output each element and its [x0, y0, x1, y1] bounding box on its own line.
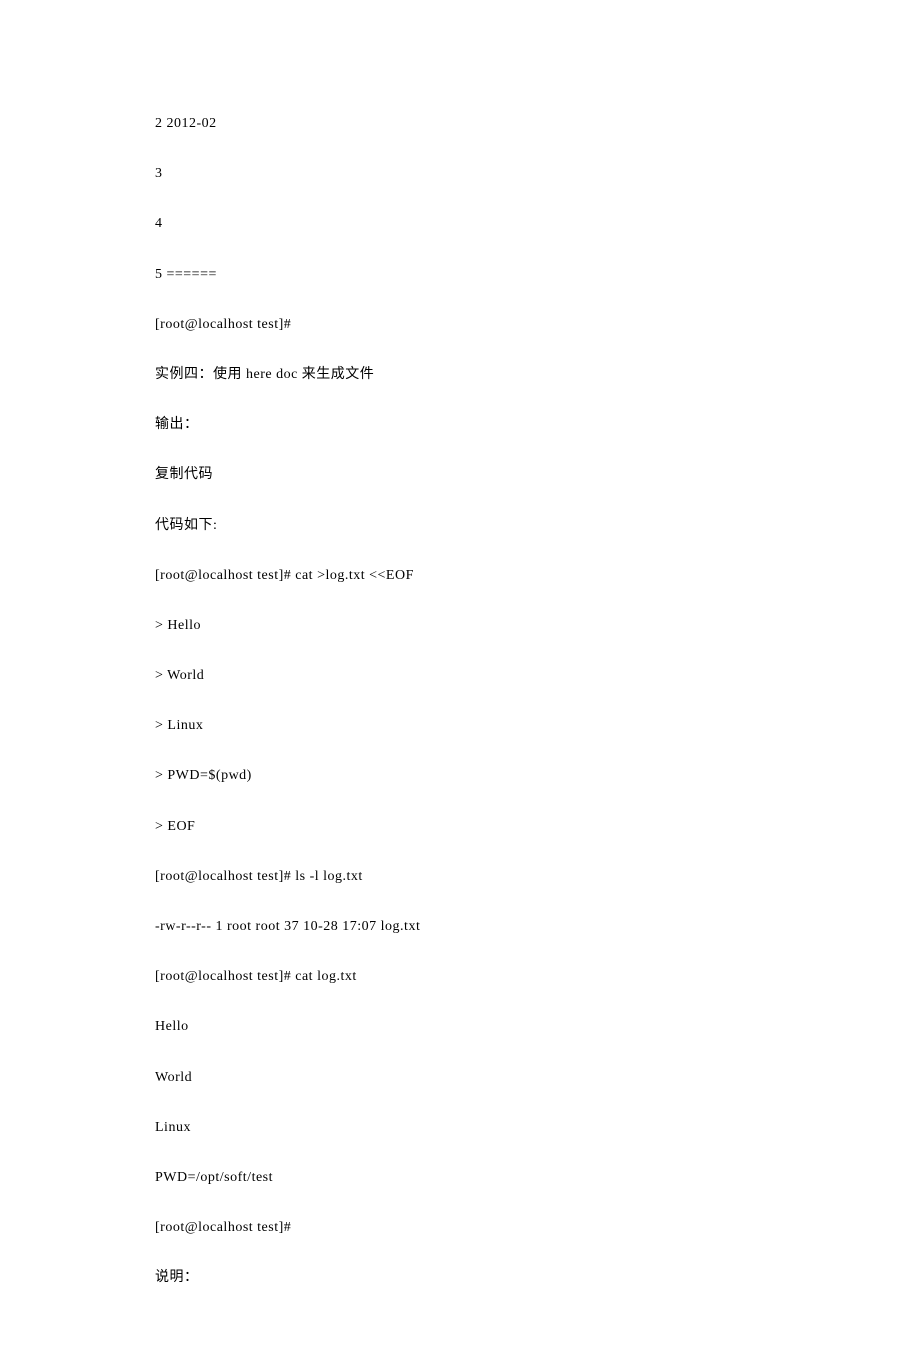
text-line: PWD=/opt/soft/test — [155, 1169, 765, 1187]
text-line: [root@localhost test]# cat log.txt — [155, 968, 765, 986]
text-line: [root@localhost test]# ls -l log.txt — [155, 868, 765, 886]
text-line: > PWD=$(pwd) — [155, 767, 765, 785]
text-line: 2 2012-02 — [155, 115, 765, 133]
text-line: Hello — [155, 1018, 765, 1036]
text-line: 说明： — [155, 1269, 765, 1287]
text-line: > Linux — [155, 717, 765, 735]
text-line: > EOF — [155, 818, 765, 836]
text-line: 5 ====== — [155, 266, 765, 284]
text-line: [root@localhost test]# cat >log.txt <<EO… — [155, 567, 765, 585]
text-line: 代码如下: — [155, 517, 765, 535]
text-line: 3 — [155, 165, 765, 183]
text-line: 输出： — [155, 416, 765, 434]
text-line: World — [155, 1069, 765, 1087]
text-line: 复制代码 — [155, 466, 765, 484]
text-line: > Hello — [155, 617, 765, 635]
text-line: [root@localhost test]# — [155, 1219, 765, 1237]
text-line: 4 — [155, 215, 765, 233]
text-line: -rw-r--r-- 1 root root 37 10-28 17:07 lo… — [155, 918, 765, 936]
text-line: > World — [155, 667, 765, 685]
text-line: Linux — [155, 1119, 765, 1137]
text-line: [root@localhost test]# — [155, 316, 765, 334]
text-line: 实例四：使用 here doc 来生成文件 — [155, 366, 765, 384]
